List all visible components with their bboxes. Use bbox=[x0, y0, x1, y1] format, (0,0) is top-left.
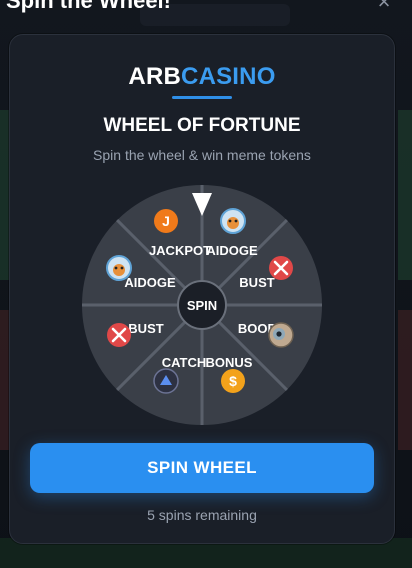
svg-text:J: J bbox=[162, 213, 170, 229]
segment-label: BUST bbox=[239, 275, 274, 290]
spin-hub-button[interactable]: SPIN bbox=[177, 280, 227, 330]
catch-token-icon bbox=[153, 368, 179, 394]
aidoge-token-icon bbox=[106, 255, 132, 281]
segment-label: CATCH bbox=[162, 355, 207, 370]
bust-x-icon bbox=[107, 323, 131, 347]
segment-label: JACKPOT bbox=[149, 243, 211, 258]
wheel-card: ARBCASINO WHEEL OF FORTUNE Spin the whee… bbox=[9, 34, 395, 544]
spins-remaining-text: 5 spins remaining bbox=[147, 507, 257, 523]
spin-hub-label[interactable]: SPIN bbox=[187, 298, 217, 313]
fortune-wheel[interactable]: JACKPOT AIDOGE BUST BOOP BONUS CATCH BUS… bbox=[80, 183, 324, 427]
svg-text:$: $ bbox=[229, 373, 237, 389]
segment-label: BUST bbox=[128, 321, 163, 336]
spin-wheel-button[interactable]: SPIN WHEEL bbox=[30, 443, 374, 493]
background-panel bbox=[398, 310, 412, 450]
wheel-subtitle: Spin the wheel & win meme tokens bbox=[93, 147, 311, 163]
bust-x-icon bbox=[269, 256, 293, 280]
brand-logo: ARBCASINO bbox=[10, 63, 394, 91]
bonus-dollar-icon: $ bbox=[221, 369, 245, 393]
segment-label: BONUS bbox=[206, 355, 253, 370]
background-panel bbox=[398, 110, 412, 280]
close-icon[interactable]: × bbox=[378, 0, 391, 14]
wheel-svg[interactable]: JACKPOT AIDOGE BUST BOOP BONUS CATCH BUS… bbox=[80, 183, 324, 427]
brand-underline bbox=[172, 96, 232, 99]
modal-title: Spin the Wheel! bbox=[6, 0, 171, 13]
segment-label: AIDOGE bbox=[124, 275, 176, 290]
brand-part-2: CASINO bbox=[181, 63, 276, 90]
brand-part-1: ARB bbox=[128, 63, 182, 90]
close-button[interactable]: × bbox=[374, 0, 394, 14]
boop-token-icon bbox=[268, 322, 294, 348]
aidoge-token-icon bbox=[220, 208, 246, 234]
segment-label: AIDOGE bbox=[206, 243, 258, 258]
jackpot-token-icon: J bbox=[154, 209, 178, 233]
wheel-heading: WHEEL OF FORTUNE bbox=[103, 115, 301, 136]
